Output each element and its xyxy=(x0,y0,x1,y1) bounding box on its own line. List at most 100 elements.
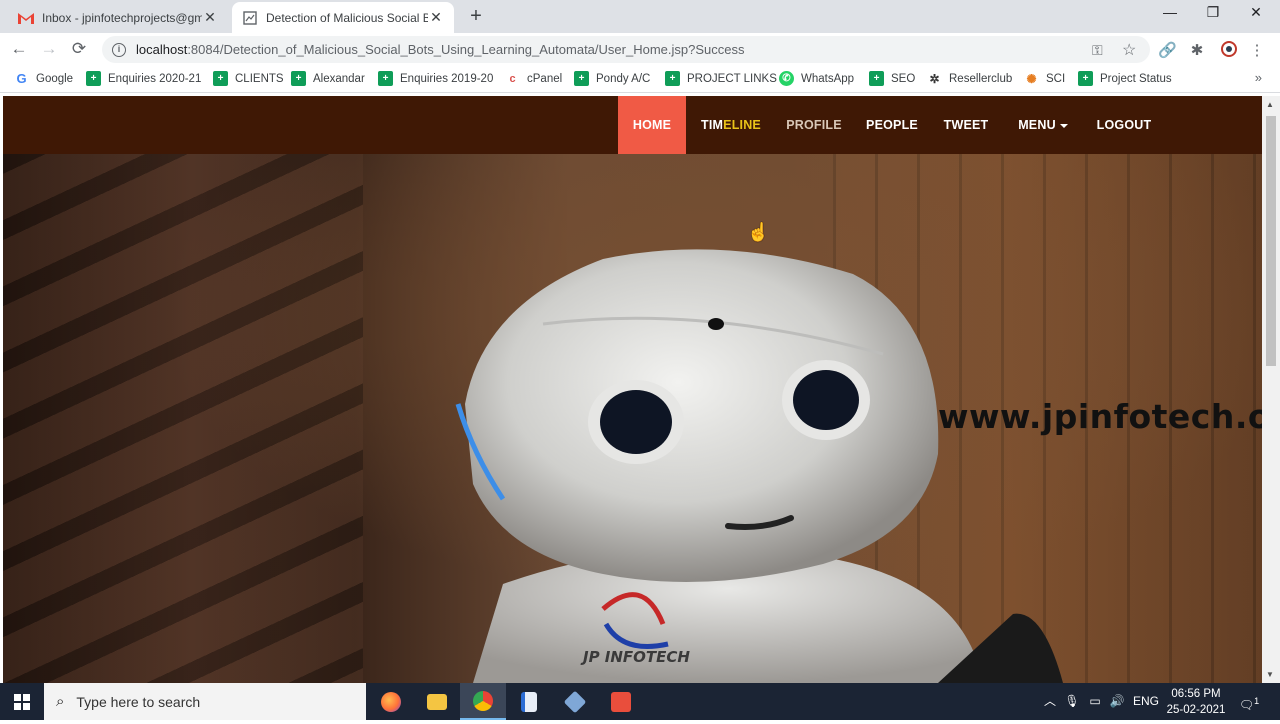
clock-date: 25-02-2021 xyxy=(1166,704,1226,716)
scroll-down-arrow-icon[interactable]: ▼ xyxy=(1266,670,1274,679)
svg-text:JP INFOTECH: JP INFOTECH xyxy=(580,648,690,666)
nav-timeline[interactable]: TIMELINE xyxy=(693,96,769,154)
start-button[interactable] xyxy=(0,683,44,720)
nav-menu-dropdown[interactable]: MENU xyxy=(1008,96,1078,154)
taskbar-search-box[interactable]: ⌕ Type here to search xyxy=(44,683,366,720)
web-page: HOME TIMELINE PROFILE PEOPLE TWEET MENU … xyxy=(3,96,1262,683)
url-path: :8084/Detection_of_Malicious_Social_Bots… xyxy=(187,42,745,57)
sheets-icon: + xyxy=(574,71,589,86)
bookmark-label: Enquiries 2020-21 xyxy=(108,72,202,85)
nav-menu-label: MENU xyxy=(1018,118,1056,132)
bookmark-label: Resellerclub xyxy=(949,72,1013,85)
sheets-icon: + xyxy=(1078,71,1093,86)
firefox-icon[interactable] xyxy=(368,683,414,720)
bookmark-alexandar[interactable]: + Alexandar xyxy=(291,71,365,86)
bookmark-sci[interactable]: ✺ SCI xyxy=(1024,71,1065,86)
app-icon[interactable] xyxy=(598,683,644,720)
tab-close-icon[interactable]: ✕ xyxy=(428,9,444,26)
search-icon: ⌕ xyxy=(56,693,65,710)
bookmark-clients[interactable]: + CLIENTS xyxy=(213,71,284,86)
chrome-icon[interactable] xyxy=(460,683,506,720)
bookmark-pondy[interactable]: + Pondy A/C xyxy=(574,71,650,86)
extensions-puzzle-icon[interactable]: ✱ xyxy=(1188,41,1206,59)
forward-arrow-icon[interactable]: → xyxy=(38,38,60,60)
bookmark-whatsapp[interactable]: ✆ WhatsApp xyxy=(779,71,854,86)
page-scrollbar[interactable]: ▲ ▼ xyxy=(1262,96,1280,683)
bookmark-enquiries-2019[interactable]: + Enquiries 2019-20 xyxy=(378,71,493,86)
notification-center-icon[interactable]: 🗨1 xyxy=(1236,683,1262,720)
gmail-icon xyxy=(18,10,34,26)
cpanel-icon: c xyxy=(509,72,516,85)
whatsapp-icon: ✆ xyxy=(779,71,794,86)
windows-taskbar: ⌕ Type here to search ︿ 🎙 ▭ 🔊 ENG 06:56 … xyxy=(0,683,1280,720)
virtualbox-icon[interactable] xyxy=(552,683,598,720)
bookmark-star-icon[interactable]: ☆ xyxy=(1122,40,1136,60)
bookmark-label: SCI xyxy=(1046,72,1066,85)
search-placeholder: Type here to search xyxy=(76,693,201,710)
browser-menu-icon[interactable]: ⋮ xyxy=(1248,41,1266,59)
nav-profile[interactable]: PROFILE xyxy=(779,96,849,154)
close-window-button[interactable]: ✕ xyxy=(1241,4,1271,21)
sheets-icon: + xyxy=(665,71,680,86)
maximize-button[interactable]: ❐ xyxy=(1198,4,1228,21)
system-clock[interactable]: 06:56 PM 25-02-2021 xyxy=(1162,686,1230,718)
bookmark-cpanel[interactable]: c cPanel xyxy=(505,71,562,86)
microphone-icon[interactable]: 🎙 xyxy=(1064,683,1080,720)
page-icon xyxy=(242,10,258,26)
site-navbar: HOME TIMELINE PROFILE PEOPLE TWEET MENU … xyxy=(3,96,1262,154)
mouse-pointer-icon: ☝ xyxy=(747,222,770,242)
file-explorer-icon[interactable] xyxy=(414,683,460,720)
tray-overflow-icon[interactable]: ︿ xyxy=(1042,683,1058,720)
address-bar[interactable]: i localhost:8084/Detection_of_Malicious_… xyxy=(102,36,1150,63)
tab-close-icon[interactable]: ✕ xyxy=(202,9,218,26)
tab-detection-page[interactable]: Detection of Malicious Social Bots ✕ xyxy=(232,2,454,33)
bookmark-seo[interactable]: + SEO xyxy=(869,71,915,86)
network-icon[interactable]: ▭ xyxy=(1086,683,1104,720)
nav-home[interactable]: HOME xyxy=(618,96,686,154)
profile-avatar-icon[interactable] xyxy=(1220,41,1238,61)
bookmark-label: WhatsApp xyxy=(801,72,855,85)
bookmark-project-status[interactable]: + Project Status xyxy=(1078,71,1172,86)
bookmark-label: Enquiries 2019-20 xyxy=(400,72,494,85)
bookmark-enquiries-2020[interactable]: + Enquiries 2020-21 xyxy=(86,71,201,86)
bookmark-label: Project Status xyxy=(1100,72,1172,85)
reload-icon[interactable]: ⟳ xyxy=(68,38,90,60)
clock-time: 06:56 PM xyxy=(1171,688,1221,700)
browser-tab-strip: Inbox - jpinfotechprojects@gmail.com ✕ D… xyxy=(0,0,1280,33)
bookmark-google[interactable]: G Google xyxy=(14,71,73,86)
back-arrow-icon[interactable]: ← xyxy=(8,38,30,60)
sci-icon: ✺ xyxy=(1026,71,1037,86)
bookmark-label: cPanel xyxy=(527,72,563,85)
bookmark-label: CLIENTS xyxy=(235,72,284,85)
bookmark-resellerclub[interactable]: ✲ Resellerclub xyxy=(927,71,1012,86)
key-icon[interactable]: ⚿ xyxy=(1092,42,1103,59)
scroll-up-arrow-icon[interactable]: ▲ xyxy=(1266,100,1274,109)
nav-logout[interactable]: LOGOUT xyxy=(1088,96,1160,154)
bookmark-label: Pondy A/C xyxy=(596,72,651,85)
nav-timeline-part: TIM xyxy=(701,118,724,132)
notepad-icon[interactable] xyxy=(506,683,552,720)
hero-banner: JP INFOTECH www.jpinfotech.org xyxy=(3,154,1262,683)
new-tab-button[interactable]: + xyxy=(466,5,486,28)
nav-people[interactable]: PEOPLE xyxy=(860,96,924,154)
watermark-text: www.jpinfotech.org xyxy=(938,397,1262,436)
sheets-icon: + xyxy=(213,71,228,86)
scrollbar-thumb[interactable] xyxy=(1266,116,1276,366)
bookmark-project-links[interactable]: + PROJECT LINKS xyxy=(665,71,777,86)
site-info-icon[interactable]: i xyxy=(112,42,126,57)
url-host: localhost xyxy=(136,42,188,57)
link-extension-icon[interactable]: 🔗 xyxy=(1158,41,1177,59)
bookmark-label: SEO xyxy=(891,72,916,85)
sheets-icon: + xyxy=(378,71,393,86)
tab-title: Detection of Malicious Social Bots xyxy=(266,10,428,25)
resellerclub-icon: ✲ xyxy=(929,71,940,86)
tab-gmail-inbox[interactable]: Inbox - jpinfotechprojects@gmail.com ✕ xyxy=(8,2,228,33)
nav-tweet[interactable]: TWEET xyxy=(936,96,996,154)
volume-icon[interactable]: 🔊 xyxy=(1108,683,1126,720)
notification-count: 1 xyxy=(1254,696,1260,706)
sheets-icon: + xyxy=(291,71,306,86)
minimize-button[interactable]: — xyxy=(1155,4,1185,20)
caret-down-icon xyxy=(1059,123,1068,128)
bookmarks-overflow-icon[interactable]: » xyxy=(1255,70,1262,85)
language-indicator[interactable]: ENG xyxy=(1132,683,1160,720)
